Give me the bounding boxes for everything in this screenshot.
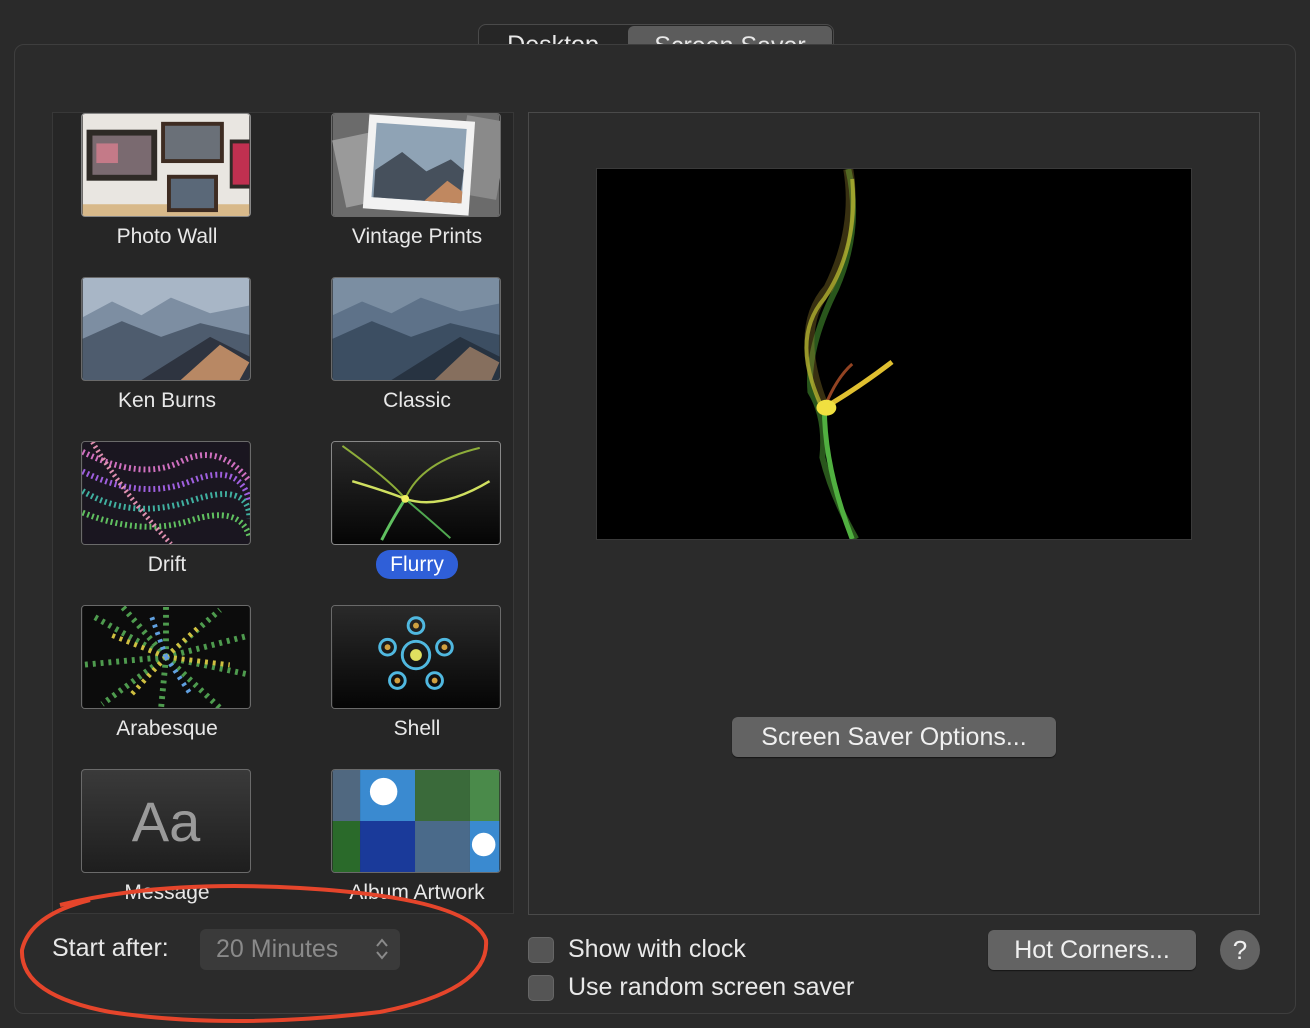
classic-thumbnail (331, 277, 501, 381)
show-with-clock-checkbox[interactable] (528, 936, 554, 963)
random-screen-saver-checkbox[interactable] (528, 974, 554, 1001)
show-with-clock-row[interactable]: Show with clock (528, 935, 746, 964)
chevron-updown-icon (376, 938, 388, 960)
screensaver-photo-wall[interactable]: Photo Wall (67, 113, 267, 277)
shell-label: Shell (393, 717, 441, 740)
screensaver-arabesque[interactable]: Arabesque (67, 605, 267, 769)
screensaver-preview (596, 168, 1192, 540)
photo-wall-thumbnail (81, 113, 251, 217)
help-button[interactable]: ? (1220, 930, 1260, 970)
ken-burns-thumbnail (81, 277, 251, 381)
flurry-label: Flurry (376, 550, 458, 579)
drift-label: Drift (147, 553, 187, 576)
message-label: Message (124, 881, 210, 904)
screensaver-message[interactable]: Aa Message (67, 769, 267, 913)
screensaver-ken-burns[interactable]: Ken Burns (67, 277, 267, 441)
hot-corners-button[interactable]: Hot Corners... (988, 930, 1196, 970)
random-screen-saver-row[interactable]: Use random screen saver (528, 973, 854, 1002)
ken-burns-label: Ken Burns (117, 389, 217, 412)
flurry-thumbnail (331, 441, 501, 545)
arabesque-thumbnail (81, 605, 251, 709)
message-aa-text: Aa (131, 789, 201, 853)
vintage-prints-label: Vintage Prints (351, 225, 483, 248)
classic-label: Classic (383, 389, 451, 412)
screensaver-drift[interactable]: Drift (67, 441, 267, 605)
start-after-label: Start after: (52, 934, 169, 962)
screensaver-vintage-prints[interactable]: Vintage Prints (317, 113, 513, 277)
screen-saver-options-button[interactable]: Screen Saver Options... (732, 717, 1056, 757)
screensaver-list[interactable]: Photo Wall Vintage Prints Ken Burns Clas… (52, 112, 514, 914)
start-after-value: 20 Minutes (216, 935, 339, 963)
start-after-select[interactable]: 20 Minutes (200, 929, 400, 970)
show-with-clock-label: Show with clock (568, 935, 746, 963)
drift-thumbnail (81, 441, 251, 545)
arabesque-label: Arabesque (116, 717, 218, 740)
screensaver-flurry[interactable]: Flurry (317, 441, 513, 605)
vintage-prints-thumbnail (331, 113, 501, 217)
album-artwork-thumbnail (331, 769, 501, 873)
random-screen-saver-label: Use random screen saver (568, 973, 855, 1001)
screensaver-shell[interactable]: Shell (317, 605, 513, 769)
photo-wall-label: Photo Wall (116, 225, 218, 248)
screensaver-album-artwork[interactable]: Album Artwork (317, 769, 513, 913)
message-thumbnail: Aa (81, 769, 251, 873)
album-artwork-label: Album Artwork (349, 881, 485, 904)
screensaver-classic[interactable]: Classic (317, 277, 513, 441)
shell-thumbnail (331, 605, 501, 709)
